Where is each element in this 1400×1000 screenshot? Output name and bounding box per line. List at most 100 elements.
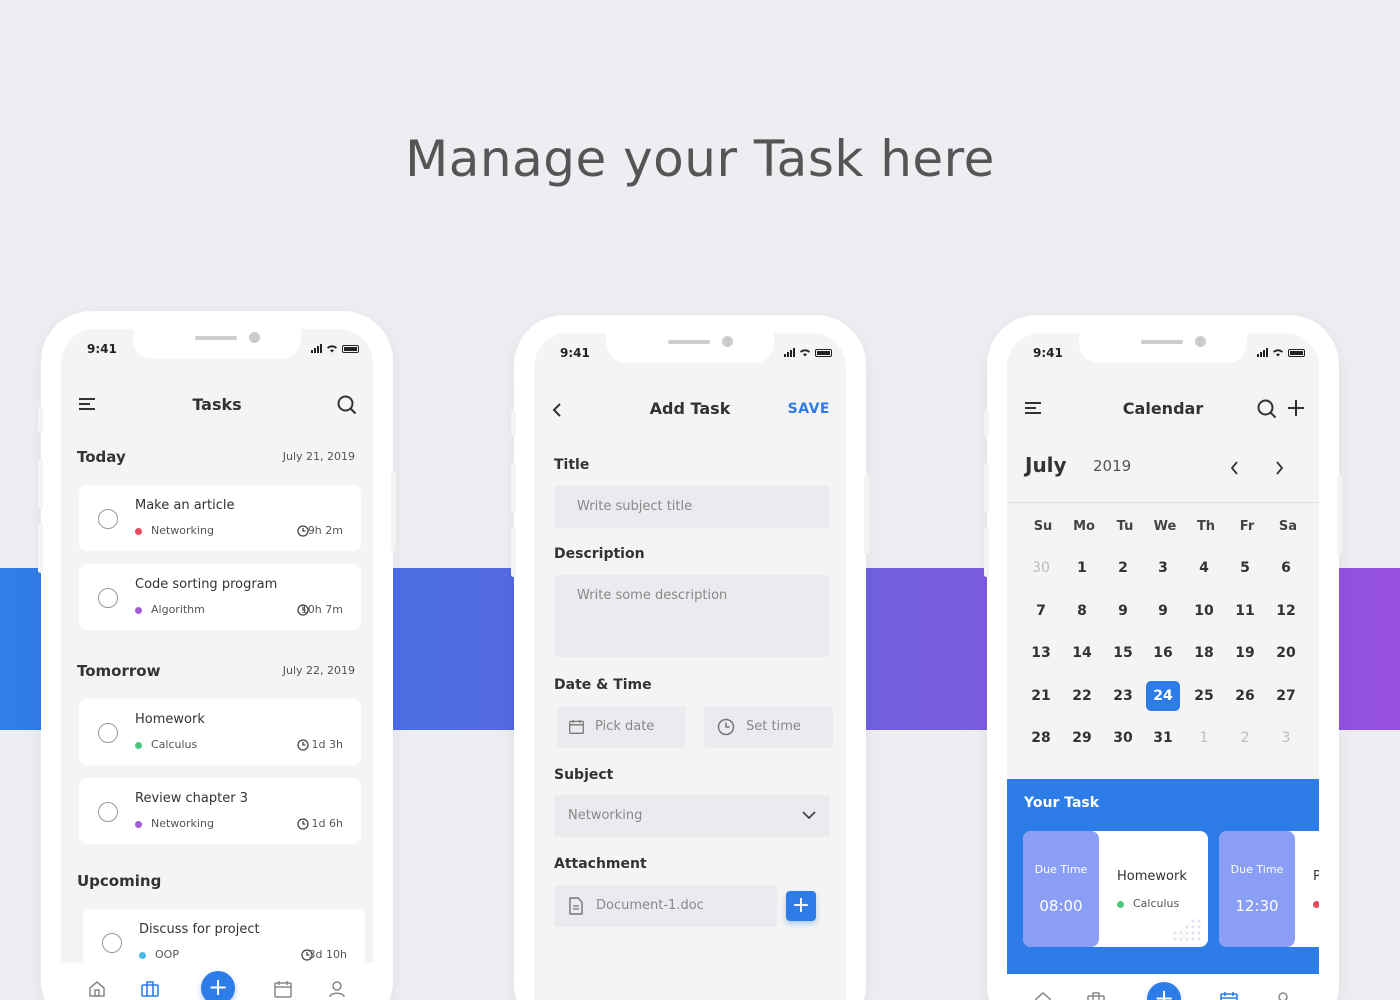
calendar-day[interactable]: 12 <box>1269 596 1303 626</box>
subject-dot <box>135 821 142 828</box>
calendar-day-selected[interactable]: 24 <box>1146 680 1180 711</box>
task-subject: Calculus <box>151 738 198 751</box>
attachment-label: Attachment <box>554 856 647 872</box>
section-tomorrow-date: July 22, 2019 <box>282 664 355 677</box>
subject-label: Subject <box>554 767 614 783</box>
task-card[interactable]: Due Time 12:30 P <box>1219 831 1319 947</box>
task-subject: Algorithm <box>151 603 205 616</box>
clock-icon <box>297 818 309 830</box>
complete-checkbox[interactable] <box>98 723 118 743</box>
calendar-day[interactable]: 8 <box>1065 596 1099 626</box>
subject-select[interactable]: Networking <box>554 795 830 837</box>
phone-calendar: 9:41 Calendar July 2019 Su Mo Tu We Th Fr Sa 30… <box>984 315 1342 1000</box>
date-picker[interactable]: Pick date <box>557 706 686 748</box>
weekday-label: Mo <box>1073 519 1095 534</box>
save-button[interactable]: SAVE <box>788 401 830 417</box>
prev-month-icon[interactable] <box>1230 461 1239 475</box>
due-time: 08:00 <box>1039 897 1083 915</box>
calendar-day[interactable]: 26 <box>1228 681 1262 711</box>
subject-value: Networking <box>568 808 643 823</box>
task-card[interactable]: Review chapter 3 Networking 1d 6h <box>79 778 361 844</box>
title-input[interactable]: Write subject title <box>554 486 830 528</box>
calendar-day[interactable]: 5 <box>1228 553 1262 583</box>
task-card[interactable]: Make an article Networking 9h 2m <box>79 485 361 551</box>
wifi-icon <box>1273 349 1283 357</box>
attachment-field[interactable]: Document-1.doc <box>554 885 777 927</box>
add-task-button[interactable]: + <box>201 971 235 1000</box>
complete-checkbox[interactable] <box>98 509 118 529</box>
section-tomorrow: Tomorrow <box>77 662 161 680</box>
complete-checkbox[interactable] <box>98 802 118 822</box>
calendar-day[interactable]: 29 <box>1065 723 1099 753</box>
task-card[interactable]: Code sorting program Algorithm 10h 7m <box>79 564 361 630</box>
calendar-day[interactable]: 25 <box>1187 681 1221 711</box>
section-upcoming: Upcoming <box>77 872 162 890</box>
calendar-day[interactable]: 16 <box>1146 638 1180 668</box>
status-icons <box>311 344 359 353</box>
home-icon[interactable] <box>1033 990 1053 1000</box>
briefcase-icon[interactable] <box>1086 990 1106 1000</box>
time-picker[interactable]: Set time <box>704 706 833 748</box>
calendar-day[interactable]: 10 <box>1187 596 1221 626</box>
briefcase-icon[interactable] <box>140 979 160 999</box>
calendar-day[interactable]: 7 <box>1024 596 1058 626</box>
description-input[interactable]: Write some description <box>554 575 830 657</box>
calendar-day[interactable]: 13 <box>1024 638 1058 668</box>
section-today: Today <box>77 448 126 466</box>
calendar-day[interactable]: 1 <box>1065 553 1099 583</box>
calendar-day[interactable]: 11 <box>1228 596 1262 626</box>
calendar-day[interactable]: 9 <box>1106 596 1140 626</box>
task-title: Review chapter 3 <box>135 791 248 806</box>
calendar-day[interactable]: 21 <box>1024 681 1058 711</box>
plus-icon[interactable] <box>1287 399 1305 417</box>
calendar-day[interactable]: 27 <box>1269 681 1303 711</box>
search-icon[interactable] <box>337 395 357 415</box>
your-task-heading: Your Task <box>1024 795 1100 811</box>
calendar-day[interactable]: 30 <box>1024 553 1058 583</box>
calendar-day[interactable]: 2 <box>1106 553 1140 583</box>
calendar-day[interactable]: 3 <box>1269 723 1303 753</box>
add-task-button[interactable]: + <box>1147 982 1181 1000</box>
status-time: 9:41 <box>87 342 117 356</box>
wifi-icon <box>800 349 810 357</box>
calendar-day[interactable]: 31 <box>1146 723 1180 753</box>
calendar-day[interactable]: 2 <box>1228 723 1262 753</box>
calendar-day[interactable]: 3 <box>1146 553 1180 583</box>
calendar-day[interactable]: 1 <box>1187 723 1221 753</box>
calendar-day[interactable]: 28 <box>1024 723 1058 753</box>
weekday-label: Th <box>1196 519 1216 534</box>
tab-bar: + <box>1007 974 1319 1000</box>
calendar-day[interactable]: 20 <box>1269 638 1303 668</box>
calendar-day[interactable]: 30 <box>1106 723 1140 753</box>
status-icons <box>1257 348 1305 357</box>
task-title: Discuss for project <box>139 922 260 937</box>
complete-checkbox[interactable] <box>102 933 122 953</box>
calendar-day[interactable]: 14 <box>1065 638 1099 668</box>
calendar-day[interactable]: 18 <box>1187 638 1221 668</box>
profile-icon[interactable] <box>327 979 347 999</box>
calendar-day[interactable]: 15 <box>1106 638 1140 668</box>
calendar-day[interactable]: 22 <box>1065 681 1099 711</box>
task-card[interactable]: Homework Calculus 1d 3h <box>79 699 361 765</box>
due-time-block: Due Time 08:00 <box>1023 831 1099 947</box>
next-month-icon[interactable] <box>1275 461 1284 475</box>
calendar-screen: 9:41 Calendar July 2019 Su Mo Tu We Th Fr Sa 30… <box>1007 333 1319 1000</box>
search-icon[interactable] <box>1257 399 1277 419</box>
battery-icon <box>1288 349 1305 357</box>
complete-checkbox[interactable] <box>98 588 118 608</box>
calendar-day[interactable]: 23 <box>1106 681 1140 711</box>
page-title: Tasks <box>192 395 242 414</box>
page-headline: Manage your Task here <box>405 130 995 188</box>
task-card[interactable]: Due Time 08:00 Homework Calculus <box>1023 831 1208 947</box>
time-placeholder: Set time <box>746 719 801 734</box>
profile-icon[interactable] <box>1273 990 1293 1000</box>
home-icon[interactable] <box>87 979 107 999</box>
calendar-day[interactable]: 9 <box>1146 596 1180 626</box>
calendar-icon[interactable] <box>273 979 293 999</box>
calendar-icon[interactable] <box>1219 990 1239 1000</box>
calendar-day[interactable]: 4 <box>1187 553 1221 583</box>
due-time-block: Due Time 12:30 <box>1219 831 1295 947</box>
calendar-day[interactable]: 19 <box>1228 638 1262 668</box>
add-attachment-button[interactable]: + <box>786 891 816 921</box>
calendar-day[interactable]: 6 <box>1269 553 1303 583</box>
